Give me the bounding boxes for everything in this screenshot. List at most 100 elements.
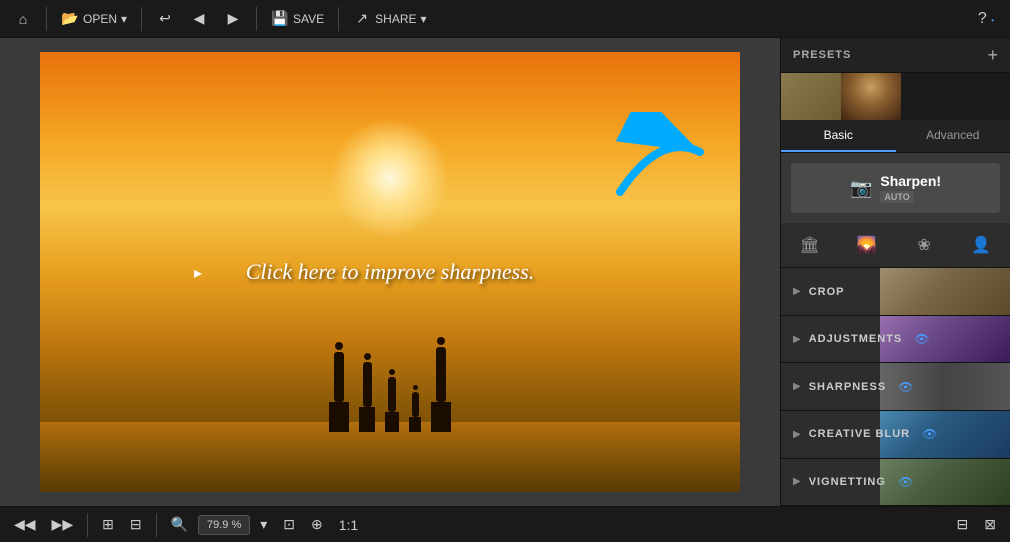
open-dropdown-arrow: ▾: [121, 12, 127, 26]
nav-prev-icon: ◀◀: [14, 516, 36, 532]
section-crop[interactable]: ▶ CROP: [781, 268, 1010, 316]
tool-icons-row: 🏛 🌄 ❀ 👤: [781, 223, 1010, 268]
water-effect: [40, 422, 740, 492]
save-label: SAVE: [293, 12, 324, 26]
vignetting-eye-icon[interactable]: 👁: [898, 475, 913, 489]
share-label: SHARE: [375, 12, 416, 26]
home-icon: ⌂: [14, 10, 32, 28]
zoom-actual-icon: 1:1: [339, 517, 358, 533]
presets-header: PRESETS +: [781, 38, 1010, 73]
open-button[interactable]: 📂 OPEN ▾: [55, 6, 133, 32]
zoom-actual-button[interactable]: 1:1: [333, 513, 364, 537]
zoom-level[interactable]: 79.9 %: [198, 515, 250, 535]
share-icon: ↗: [353, 10, 371, 28]
sharpness-label: SHARPNESS: [809, 381, 886, 393]
tool-icon-buildings[interactable]: 🏛: [781, 227, 838, 263]
adjustments-section-content: ▶ ADJUSTMENTS 👁: [781, 332, 941, 346]
zoom-dropdown-button[interactable]: ▾: [254, 512, 273, 537]
camera-icon: 📷: [850, 178, 872, 199]
share-button[interactable]: ↗ SHARE ▾: [347, 6, 432, 32]
section-adjustments[interactable]: ▶ ADJUSTMENTS 👁: [781, 316, 1010, 364]
bottom-sep-2: [156, 513, 157, 537]
view-grid-button[interactable]: ⊞: [96, 512, 120, 537]
separator-3: [256, 7, 257, 31]
zoom-out-button[interactable]: 🔍: [165, 512, 194, 537]
folder-icon: 📂: [61, 10, 79, 28]
view-grid-icon: ⊞: [102, 516, 114, 532]
sharpen-label: Sharpen!: [880, 173, 941, 189]
crop-label: CROP: [809, 286, 845, 298]
open-label: OPEN: [83, 12, 117, 26]
creative-blur-eye-icon[interactable]: 👁: [922, 427, 937, 441]
section-vignetting[interactable]: ▶ VIGNETTING 👁: [781, 459, 1010, 506]
zoom-fit-button[interactable]: ⊡: [277, 512, 301, 537]
annotation-arrow: [600, 112, 720, 212]
image-background: Click here to improve sharpness. ▸: [40, 52, 740, 492]
save-button[interactable]: 💾 SAVE: [265, 6, 330, 32]
sharpness-section-content: ▶ SHARPNESS 👁: [781, 380, 925, 394]
tool-icon-landscape[interactable]: 🌄: [838, 227, 895, 263]
separator-1: [46, 7, 47, 31]
sharpness-expand-arrow: ▶: [793, 381, 801, 392]
redo-forward-icon: ▶: [224, 10, 242, 28]
preset-strip: [781, 73, 1010, 120]
help-dot: •: [991, 16, 994, 25]
view-single-icon: ⊟: [130, 516, 142, 532]
undo-button[interactable]: ↩: [150, 6, 180, 32]
image-canvas[interactable]: Click here to improve sharpness. ▸: [40, 52, 740, 492]
undo-icon: ↩: [156, 10, 174, 28]
preset-thumb-2[interactable]: [841, 73, 901, 120]
zoom-out-icon: 🔍: [171, 516, 188, 532]
sharpen-section: 📷 Sharpen! AUTO: [781, 153, 1010, 223]
redo-forward-button[interactable]: ▶: [218, 6, 248, 32]
redo-back-icon: ◀: [190, 10, 208, 28]
nav-prev-button[interactable]: ◀◀: [8, 512, 42, 537]
creative-blur-expand-arrow: ▶: [793, 429, 801, 440]
fullscreen-button[interactable]: ⊠: [978, 512, 1002, 537]
zoom-in-icon: ⊕: [311, 516, 323, 532]
bottom-toolbar: ◀◀ ▶▶ ⊞ ⊟ 🔍 79.9 % ▾ ⊡ ⊕ 1:1 ⊟ ⊠: [0, 506, 1010, 542]
nav-next-icon: ▶▶: [52, 516, 74, 532]
tool-icon-person[interactable]: 👤: [953, 227, 1010, 263]
nav-next-button[interactable]: ▶▶: [46, 512, 80, 537]
auto-badge: AUTO: [880, 191, 913, 203]
separator-2: [141, 7, 142, 31]
help-icon: ?: [978, 10, 987, 27]
export-icon: ⊟: [957, 516, 969, 532]
add-preset-button[interactable]: +: [987, 46, 998, 64]
canvas-area: Click here to improve sharpness. ▸: [0, 38, 780, 506]
section-sharpness[interactable]: ▶ SHARPNESS 👁: [781, 363, 1010, 411]
tab-advanced[interactable]: Advanced: [896, 120, 1010, 152]
zoom-fit-icon: ⊡: [283, 516, 295, 532]
sharpen-button[interactable]: 📷 Sharpen! AUTO: [791, 163, 1000, 213]
view-single-button[interactable]: ⊟: [124, 512, 148, 537]
preset-thumb-1[interactable]: [781, 73, 841, 120]
zoom-in-button[interactable]: ⊕: [305, 512, 329, 537]
main-content: Click here to improve sharpness. ▸ PRESE: [0, 38, 1010, 506]
separator-4: [338, 7, 339, 31]
home-button[interactable]: ⌂: [8, 6, 38, 32]
zoom-dropdown-icon: ▾: [260, 516, 267, 532]
share-dropdown-arrow: ▾: [421, 12, 427, 26]
adjustments-expand-arrow: ▶: [793, 334, 801, 345]
silhouette-figures: [329, 337, 451, 432]
creative-blur-section-content: ▶ CREATIVE BLUR 👁: [781, 427, 949, 441]
crop-thumbnail: [880, 268, 1010, 316]
vignetting-expand-arrow: ▶: [793, 476, 801, 487]
presets-label: PRESETS: [793, 49, 851, 61]
sharpness-eye-icon[interactable]: 👁: [898, 380, 913, 394]
fullscreen-icon: ⊠: [984, 516, 996, 532]
section-creative-blur[interactable]: ▶ CREATIVE BLUR 👁: [781, 411, 1010, 459]
adjustments-label: ADJUSTMENTS: [809, 333, 903, 345]
crop-section-content: ▶ CROP: [781, 286, 856, 298]
tool-icon-flower[interactable]: ❀: [896, 227, 953, 263]
creative-blur-label: CREATIVE BLUR: [809, 428, 910, 440]
save-icon: 💾: [271, 10, 289, 28]
vignetting-section-content: ▶ VIGNETTING 👁: [781, 475, 925, 489]
help-button[interactable]: ? •: [970, 6, 1002, 32]
export-button[interactable]: ⊟: [951, 512, 975, 537]
redo-back-button[interactable]: ◀: [184, 6, 214, 32]
tab-basic[interactable]: Basic: [781, 120, 896, 152]
adjustments-eye-icon[interactable]: 👁: [914, 332, 929, 346]
panel-tabs: Basic Advanced: [781, 120, 1010, 153]
